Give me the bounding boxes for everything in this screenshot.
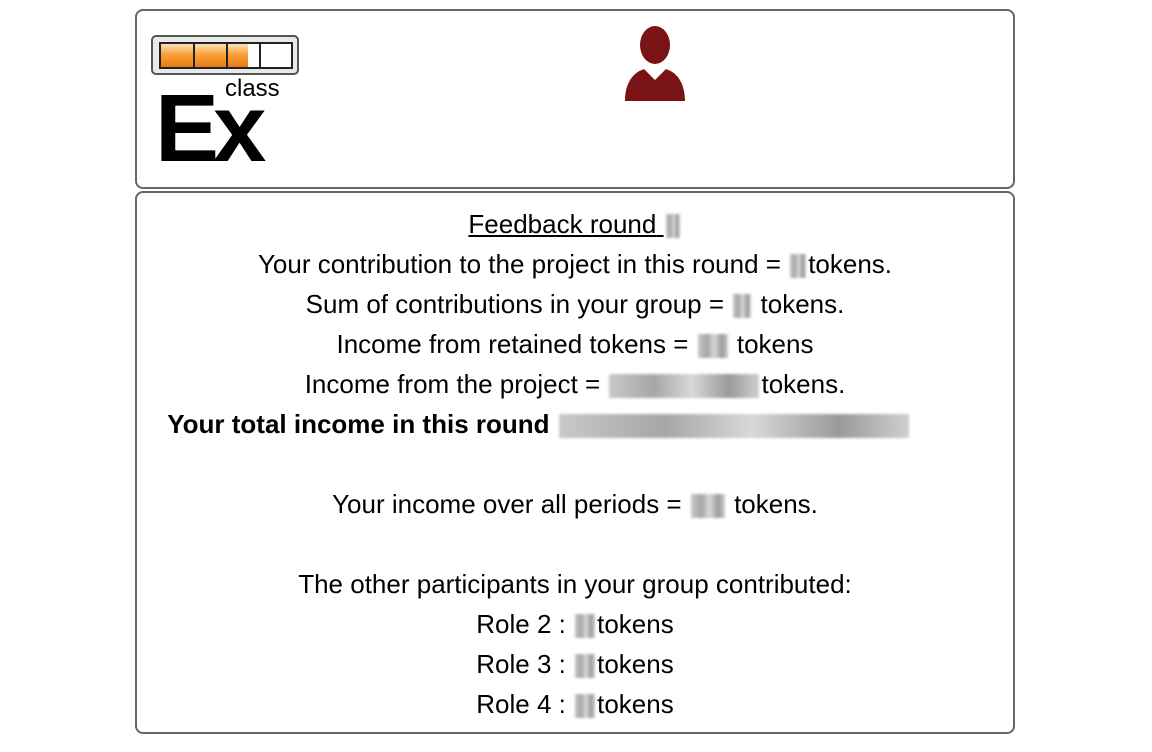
redacted-value bbox=[733, 294, 752, 319]
redacted-value bbox=[790, 254, 807, 279]
contribution-line: Your contribution to the project in this… bbox=[257, 249, 893, 279]
total-income-line: Your total income in this round bbox=[101, 407, 977, 441]
income-all-periods-line: Your income over all periods = tokens. bbox=[332, 489, 818, 519]
redacted-value bbox=[690, 494, 725, 519]
role-3-line: Role 3 : tokens bbox=[476, 649, 674, 679]
retained-income-line: Income from retained tokens = tokens bbox=[336, 329, 814, 359]
others-heading: The other participants in your group con… bbox=[298, 569, 852, 599]
project-income-line: Income from the project = tokens. bbox=[304, 369, 846, 399]
redacted-value bbox=[575, 694, 596, 719]
redacted-value bbox=[575, 654, 596, 679]
redacted-value bbox=[665, 214, 680, 239]
user-icon bbox=[625, 26, 685, 101]
logo-ex-text: Ex bbox=[155, 75, 266, 182]
role-2-line: Role 2 : tokens bbox=[476, 609, 674, 639]
classex-logo: class Ex bbox=[151, 35, 303, 182]
feedback-title: Feedback round bbox=[137, 207, 1013, 241]
header-panel: class Ex bbox=[135, 9, 1015, 189]
logo-progress-bar bbox=[151, 35, 299, 75]
redacted-value bbox=[575, 614, 596, 639]
role-4-line: Role 4 : tokens bbox=[476, 689, 674, 719]
feedback-panel: Feedback round Your contribution to the … bbox=[135, 191, 1015, 734]
group-sum-line: Sum of contributions in your group = tok… bbox=[305, 289, 845, 319]
redacted-value bbox=[558, 414, 909, 439]
redacted-value bbox=[697, 334, 728, 359]
redacted-value bbox=[609, 374, 760, 399]
logo-progress-fill bbox=[161, 44, 249, 67]
